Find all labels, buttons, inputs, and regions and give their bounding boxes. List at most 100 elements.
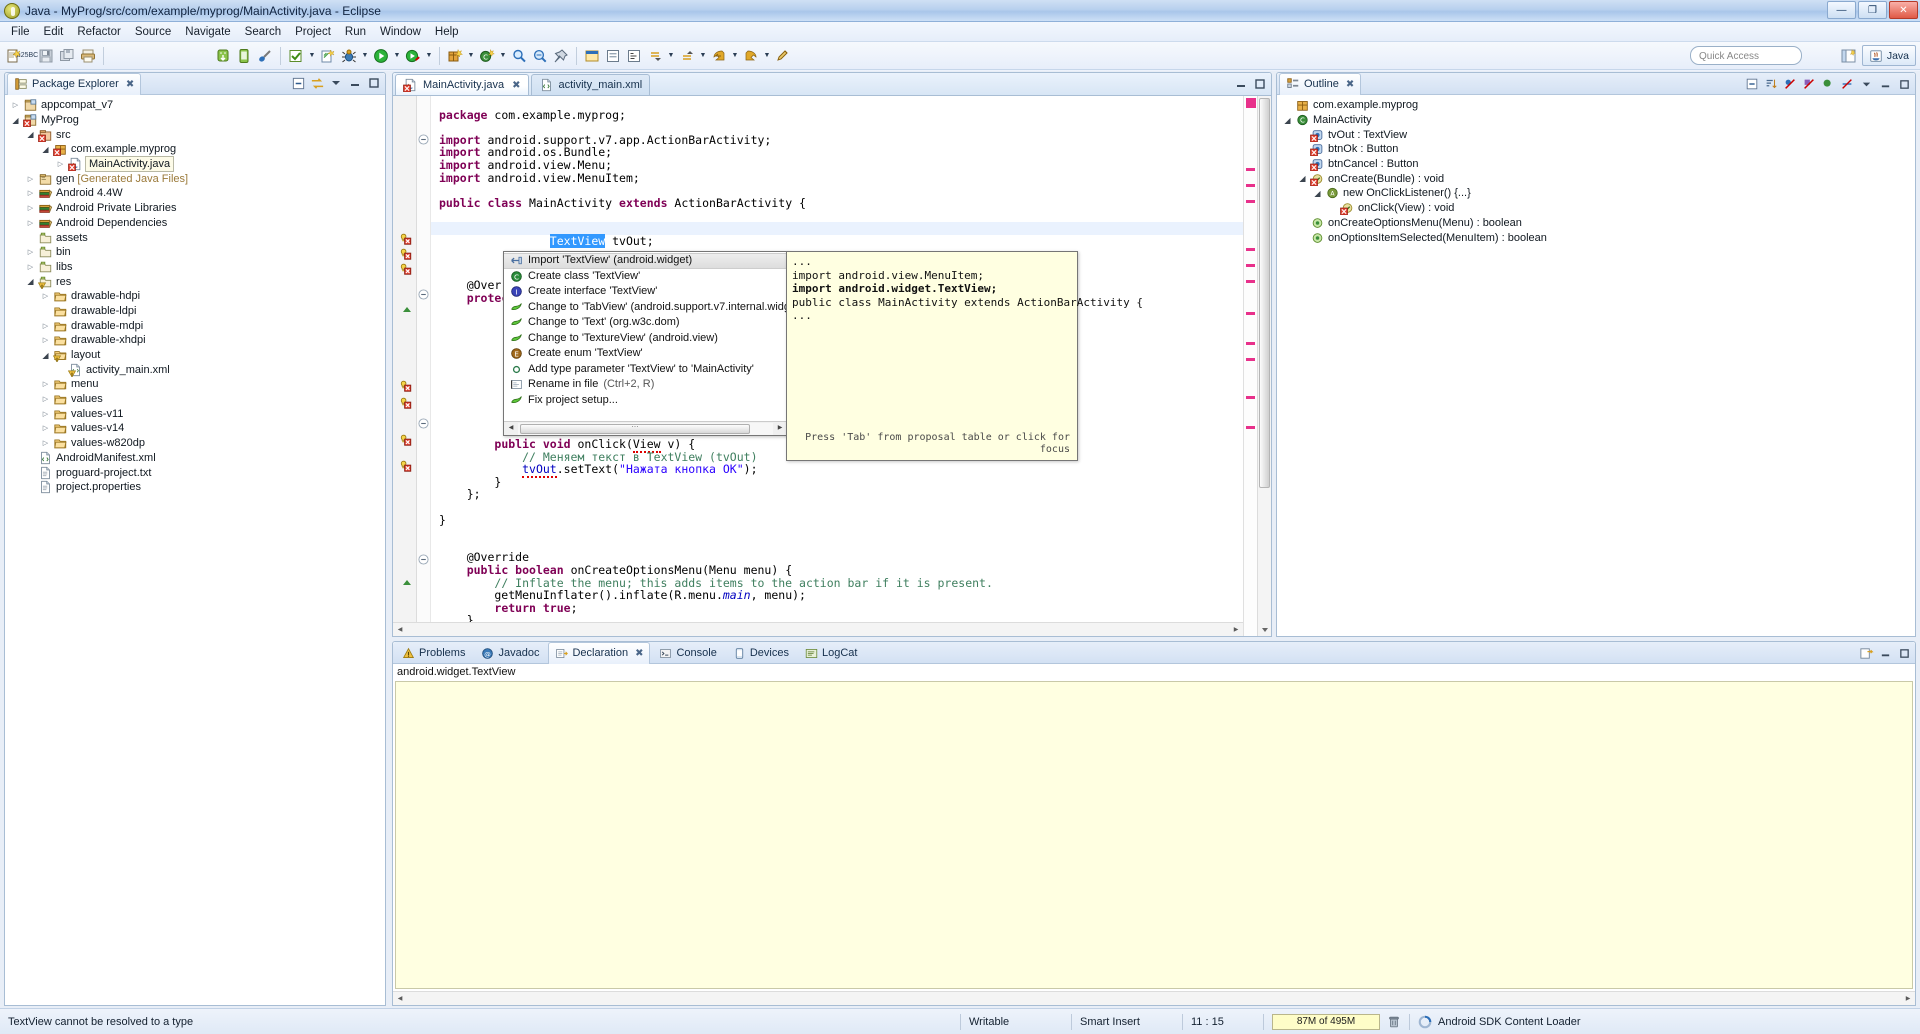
quickfix-error-marker-icon[interactable] [397, 262, 413, 276]
no-marker-icon[interactable] [255, 46, 275, 66]
quickfix-error-marker-icon[interactable] [397, 247, 413, 261]
package-tree-item[interactable]: values-v11 [9, 406, 385, 421]
content-assist-proposal[interactable]: Change to 'TabView' (android.support.v7.… [504, 300, 787, 316]
save-all-icon[interactable] [57, 46, 77, 66]
hide-static-icon[interactable] [1801, 76, 1817, 92]
content-assist-hscrollbar[interactable]: ◀ ⋯ ▶ [504, 421, 787, 435]
collapse-all-icon[interactable] [1744, 76, 1760, 92]
run-dropdown-arrow[interactable]: ▼ [392, 46, 402, 66]
fold-collapse-icon[interactable] [418, 289, 429, 300]
overview-error-mark[interactable] [1246, 184, 1255, 187]
package-tree-item[interactable]: drawable-xhdpi [9, 333, 385, 348]
outline-tree-item[interactable]: onOptionsItemSelected(MenuItem) : boolea… [1281, 230, 1915, 245]
outline-tree-item[interactable]: onCreate(Bundle) : void [1281, 171, 1915, 186]
content-assist-proposal[interactable]: C Create class 'TextView' [504, 269, 787, 285]
editor-layout-icon[interactable] [582, 46, 602, 66]
package-tree-item[interactable]: src [9, 127, 385, 142]
overview-error-mark[interactable] [1246, 396, 1255, 399]
new-class-dropdown-arrow[interactable]: ▼ [498, 46, 508, 66]
chevron-down-icon[interactable] [1281, 113, 1294, 127]
new-wizard-icon[interactable] [4, 46, 24, 66]
bottom-tab-declaration[interactable]: Declaration ✖ [548, 641, 651, 664]
editor-tab-MainActivity-java[interactable]: MainActivity.java ✖ [395, 74, 529, 95]
content-assist-proposal[interactable]: Change to 'TextureView' (android.view) [504, 331, 787, 347]
package-tree-item[interactable]: drawable-ldpi [9, 304, 385, 319]
package-tree-item[interactable]: drawable-mdpi [9, 318, 385, 333]
menu-navigate[interactable]: Navigate [178, 24, 237, 40]
maximize-view-icon[interactable] [366, 75, 382, 91]
chevron-right-icon[interactable] [24, 260, 37, 274]
menu-project[interactable]: Project [288, 24, 338, 40]
content-assist-proposal[interactable]: Import 'TextView' (android.widget) [504, 253, 787, 269]
perspective-java-button[interactable]: Java [1861, 45, 1916, 66]
fold-collapse-icon[interactable] [418, 134, 429, 145]
menu-run[interactable]: Run [338, 24, 373, 40]
pin-editor-icon[interactable] [551, 46, 571, 66]
toggle-block-selection-icon[interactable] [603, 46, 623, 66]
maximize-button[interactable]: ❐ [1858, 1, 1887, 19]
package-tree-item[interactable]: project.properties [9, 480, 385, 495]
run-icon[interactable] [371, 46, 391, 66]
content-assist-proposal[interactable]: Fix project setup... [504, 393, 787, 409]
back-icon[interactable] [709, 46, 729, 66]
chevron-down-icon[interactable] [24, 275, 37, 289]
status-background-task[interactable]: Android SDK Content Loader [1410, 1009, 1588, 1034]
open-perspective-icon[interactable] [1839, 46, 1859, 66]
run-external-tools-icon[interactable] [403, 46, 423, 66]
package-tree-item[interactable]: libs [9, 260, 385, 275]
new-android-project-icon[interactable] [318, 46, 338, 66]
overview-error-mark[interactable] [1246, 312, 1255, 315]
editor-maximize-icon[interactable] [1253, 77, 1267, 91]
content-assist-proposal[interactable]: Rename in file (Ctrl+2, R) [504, 377, 787, 393]
package-tree-item[interactable]: gen [Generated Java Files] [9, 171, 385, 186]
package-tree-item[interactable]: bin [9, 245, 385, 260]
outline-tree-item[interactable]: btnOk : Button [1281, 142, 1915, 157]
last-edit-location-icon[interactable] [773, 46, 793, 66]
menu-file[interactable]: File [4, 24, 37, 40]
android-avd-manager-icon[interactable] [234, 46, 254, 66]
chevron-right-icon[interactable] [39, 436, 52, 450]
overview-error-mark[interactable] [1246, 342, 1255, 345]
new-java-package-icon[interactable] [445, 46, 465, 66]
hscroll-right-arrow-icon[interactable]: ▶ [1229, 624, 1243, 636]
overview-error-mark[interactable] [1246, 200, 1255, 203]
bp-maximize-icon[interactable] [1896, 645, 1912, 661]
editor-overview-ruler[interactable] [1243, 96, 1257, 636]
chevron-right-icon[interactable] [39, 289, 52, 303]
assist-scroll-right-arrow[interactable]: ▶ [773, 422, 787, 435]
outline-maximize-icon[interactable] [1896, 76, 1912, 92]
hide-fields-icon[interactable] [1782, 76, 1798, 92]
chevron-down-icon[interactable] [39, 348, 52, 362]
chevron-right-icon[interactable] [39, 319, 52, 333]
editor-folding-ruler[interactable] [417, 96, 431, 636]
close-button[interactable]: ✕ [1889, 1, 1918, 19]
new-package-dropdown-arrow[interactable]: ▼ [466, 46, 476, 66]
collapse-all-icon[interactable] [290, 75, 306, 91]
decl-hscroll-left-arrow-icon[interactable]: ◀ [393, 993, 407, 1005]
package-tree-item[interactable]: proguard-project.txt [9, 465, 385, 480]
back-dropdown-arrow[interactable]: ▼ [730, 46, 740, 66]
chevron-down-icon[interactable] [39, 142, 52, 156]
assist-scroll-thumb[interactable]: ⋯ [520, 423, 750, 434]
package-explorer-tree[interactable]: appcompat_v7 MyProgsrccom.example.myprogM… [5, 95, 385, 495]
editor-tab-activity_main-xml[interactable]: activity_main.xml [530, 74, 651, 95]
editor-vscroll-thumb[interactable] [1259, 98, 1270, 488]
package-tree-item[interactable]: appcompat_v7 [9, 98, 385, 113]
chevron-down-icon[interactable] [9, 113, 22, 127]
chevron-right-icon[interactable] [9, 98, 22, 112]
assist-scroll-track[interactable]: ⋯ [518, 422, 773, 435]
outline-tree-item[interactable]: onCreateOptionsMenu(Menu) : boolean [1281, 216, 1915, 231]
quickfix-error-marker-icon[interactable] [397, 396, 413, 410]
content-assist-proposal[interactable]: Add type parameter 'TextView' to 'MainAc… [504, 362, 787, 378]
outline-tree[interactable]: com.example.myprog C MainActivitytvOut : T… [1277, 95, 1915, 245]
hide-nonpublic-icon[interactable] [1820, 76, 1836, 92]
bottom-tab-javadoc[interactable]: @ Javadoc [474, 642, 546, 664]
link-with-editor-icon[interactable] [309, 75, 325, 91]
hide-local-icon[interactable] [1839, 76, 1855, 92]
fold-collapse-icon[interactable] [418, 418, 429, 429]
content-assist-info-popup[interactable]: ... import android.view.MenuItem; import a… [786, 251, 1143, 461]
overview-error-mark[interactable] [1246, 264, 1255, 267]
previous-annotation-icon[interactable] [677, 46, 697, 66]
outline-tree-item[interactable]: onClick(View) : void [1281, 201, 1915, 216]
package-tree-item[interactable]: MainActivity.java [9, 156, 385, 173]
